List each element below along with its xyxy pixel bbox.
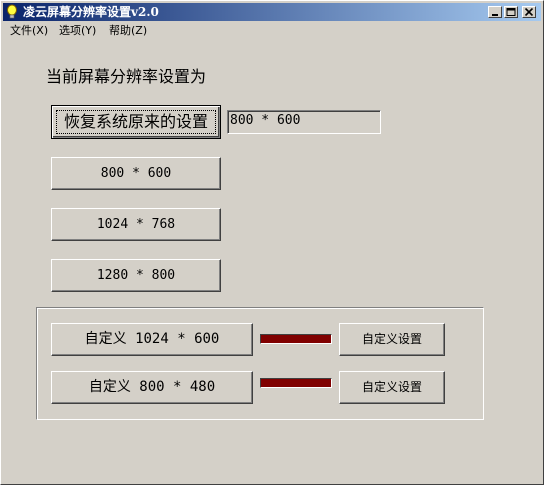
preset-1024x768-button[interactable]: 1024 * 768 xyxy=(51,208,221,241)
custom-label: 自定义 800 * 480 xyxy=(88,379,216,395)
preset-1280x800-button[interactable]: 1280 * 800 xyxy=(51,259,221,292)
current-resolution-heading: 当前屏幕分辨率设置为 xyxy=(46,67,207,86)
window-title: 凌云屏幕分辨率设置v2.0 xyxy=(23,5,159,19)
preset-label: 800 * 600 xyxy=(100,166,172,181)
custom-color-swatch xyxy=(260,378,332,388)
custom-label: 自定义 1024 * 600 xyxy=(84,331,220,347)
custom-800x480-button[interactable]: 自定义 800 * 480 xyxy=(51,371,253,404)
maximize-icon xyxy=(506,8,516,16)
focus-ring xyxy=(56,110,216,134)
restore-original-button[interactable]: 恢复系统原来的设置 xyxy=(51,105,221,139)
menu-file[interactable]: 文件(X) xyxy=(10,24,48,38)
minimize-icon xyxy=(492,14,498,16)
title-bar[interactable]: 凌云屏幕分辨率设置v2.0 xyxy=(3,3,541,21)
minimize-button[interactable] xyxy=(488,6,502,18)
custom-color-swatch xyxy=(260,334,332,344)
current-resolution-field: 800 * 600 xyxy=(227,110,381,134)
menu-options[interactable]: 选项(Y) xyxy=(59,24,96,38)
close-button[interactable] xyxy=(522,6,536,18)
custom-settings-button-2[interactable]: 自定义设置 xyxy=(339,371,445,404)
custom-1024x600-button[interactable]: 自定义 1024 * 600 xyxy=(51,323,253,356)
menu-help[interactable]: 帮助(Z) xyxy=(109,24,147,38)
custom-settings-label: 自定义设置 xyxy=(361,332,422,346)
app-window: 凌云屏幕分辨率设置v2.0 文件(X) 选项(Y) 帮助(Z) 当前屏幕分辨率设… xyxy=(0,0,544,485)
preset-label: 1280 * 800 xyxy=(96,268,176,283)
menu-bar: 文件(X) 选项(Y) 帮助(Z) xyxy=(3,22,541,40)
custom-settings-button-1[interactable]: 自定义设置 xyxy=(339,323,445,356)
close-icon xyxy=(524,8,534,16)
lightbulb-icon xyxy=(6,4,18,20)
preset-label: 1024 * 768 xyxy=(96,217,176,232)
maximize-button[interactable] xyxy=(504,6,518,18)
preset-800x600-button[interactable]: 800 * 600 xyxy=(51,157,221,190)
custom-settings-label: 自定义设置 xyxy=(361,380,422,394)
